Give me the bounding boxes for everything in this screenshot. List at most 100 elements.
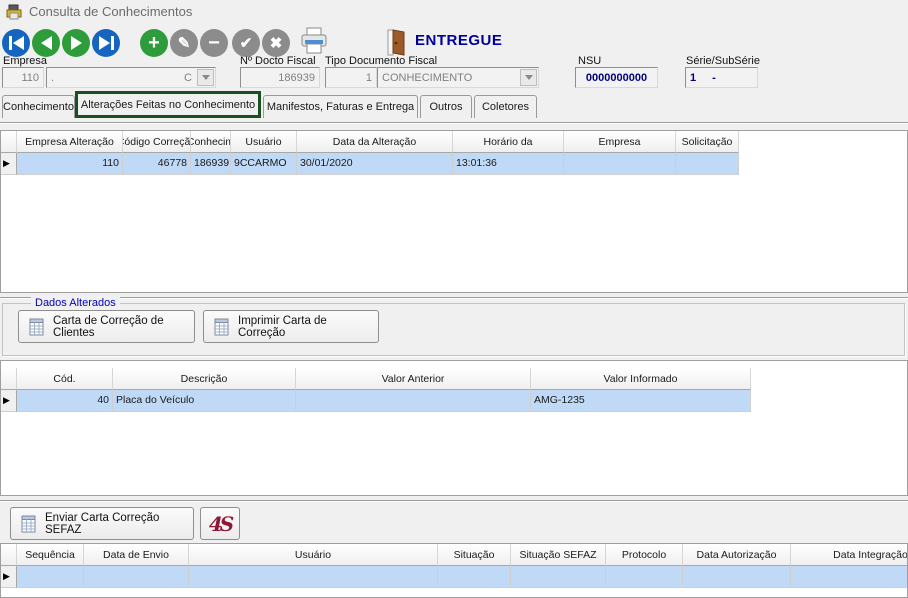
grid-cell[interactable]: 30/01/2020 — [297, 153, 453, 175]
chevron-down-icon — [201, 75, 210, 80]
nav-last-button[interactable] — [92, 29, 120, 57]
grid-cell[interactable]: 9CCARMO — [231, 153, 297, 175]
x-icon: ✖ — [269, 34, 283, 52]
grid-cell[interactable]: 186939 — [191, 153, 231, 175]
carta-correcao-clientes-button[interactable]: Carta de Correção de Clientes — [18, 310, 195, 343]
column-header[interactable]: Empresa — [564, 131, 676, 153]
column-header[interactable]: Conhecim — [191, 131, 231, 153]
grid-row[interactable]: ▶ 40 Placa do Veículo AMG-1235 — [1, 390, 907, 412]
column-header[interactable]: Data Autorização — [683, 544, 791, 566]
grid-cell[interactable] — [606, 566, 683, 588]
current-row-indicator: ▶ — [1, 390, 17, 412]
column-header[interactable]: Código Correção — [123, 131, 191, 153]
nsu-field[interactable]: 0000000000 — [575, 67, 658, 88]
last-record-icon — [98, 36, 114, 50]
grid-cell[interactable] — [676, 153, 739, 175]
confirm-button[interactable]: ✔ — [232, 29, 260, 57]
row-selector-header — [1, 368, 17, 390]
column-header[interactable]: Descrição — [113, 368, 296, 390]
tipo-documento-combo[interactable]: CONHECIMENTO — [377, 67, 539, 88]
tab-outros[interactable]: Outros — [420, 95, 472, 118]
grid-row[interactable]: ▶ 110 46778 186939 9CCARMO 30/01/2020 13:01:36 — [1, 153, 907, 175]
nav-next-button[interactable] — [62, 29, 90, 57]
tab-coletores[interactable]: Coletores — [474, 95, 537, 118]
printer-icon — [301, 27, 327, 54]
grid-row[interactable]: ▶ — [1, 566, 907, 588]
column-header[interactable]: Data Integração — [791, 544, 907, 566]
chevron-down-icon — [524, 75, 533, 80]
grid-cell[interactable] — [791, 566, 907, 588]
insert-record-button[interactable]: + — [140, 29, 168, 57]
empresa-combo-text: . — [51, 71, 55, 84]
docto-fiscal-field[interactable]: 186939 — [240, 67, 320, 88]
pencil-icon: ✎ — [177, 34, 191, 52]
column-header[interactable]: Sequência — [17, 544, 84, 566]
tipo-documento-combo-text: CONHECIMENTO — [382, 71, 473, 84]
edit-record-button[interactable]: ✎ — [170, 29, 198, 57]
check-icon: ✔ — [239, 34, 253, 52]
consulta-conhecimentos-window: { "window": { "title": "Consulta de Conh… — [0, 0, 908, 598]
column-header[interactable]: Valor Anterior — [296, 368, 531, 390]
row-selector-header — [1, 131, 17, 153]
status-badge: ENTREGUE — [415, 32, 503, 49]
grid-cell[interactable]: 40 — [17, 390, 113, 412]
column-header[interactable]: Valor Informado — [531, 368, 751, 390]
grid-cell[interactable]: AMG-1235 — [531, 390, 751, 412]
grid-cell[interactable] — [683, 566, 791, 588]
column-header[interactable]: Cód. — [17, 368, 113, 390]
grid-cell[interactable] — [296, 390, 531, 412]
tab-alteracoes-feitas[interactable]: Alterações Feitas no Conhecimento — [75, 91, 261, 118]
grid-cell[interactable]: Placa do Veículo — [113, 390, 296, 412]
grid-envios-sefaz: Sequência Data de Envio Usuário Situação Sit… — [0, 543, 908, 598]
tipo-documento-code-field[interactable]: 1 — [325, 67, 377, 88]
column-header[interactable]: Usuário — [231, 131, 297, 153]
grid-cell[interactable] — [438, 566, 511, 588]
column-header[interactable]: Usuário — [189, 544, 438, 566]
enviar-carta-sefaz-label: Enviar Carta Correção SEFAZ — [45, 511, 160, 536]
column-header[interactable]: Situação — [438, 544, 511, 566]
grid-cell[interactable] — [189, 566, 438, 588]
delete-record-button[interactable]: − — [200, 29, 228, 57]
cancel-button[interactable]: ✖ — [262, 29, 290, 57]
partner-logo-icon: 4S — [208, 511, 234, 536]
column-header[interactable]: Data de Envio — [84, 544, 189, 566]
report-grid-icon — [214, 318, 231, 336]
tab-strip: Conhecimento Alterações Feitas no Conhec… — [0, 91, 908, 119]
nav-prior-button[interactable] — [32, 29, 60, 57]
grid-cell[interactable]: 13:01:36 — [453, 153, 564, 175]
grid-cell[interactable] — [84, 566, 189, 588]
tab-conhecimento[interactable]: Conhecimento — [2, 95, 75, 118]
grid-cell[interactable]: 110 — [17, 153, 123, 175]
empresa-code-field[interactable]: 110 — [2, 67, 44, 88]
imprimir-carta-correcao-button[interactable]: Imprimir Carta de Correção — [203, 310, 379, 343]
carta-correcao-clientes-label: Carta de Correção de Clientes — [53, 314, 164, 339]
column-header[interactable]: Situação SEFAZ — [511, 544, 606, 566]
column-header[interactable]: Protocolo — [606, 544, 683, 566]
report-grid-icon — [21, 515, 38, 533]
column-header[interactable]: Solicitação — [676, 131, 739, 153]
grid-cell[interactable]: 46778 — [123, 153, 191, 175]
partner-logo-button[interactable]: 4S — [200, 507, 240, 540]
serie-subserie-label: Série/SubSérie — [686, 55, 760, 67]
grid-cell[interactable] — [511, 566, 606, 588]
next-record-icon — [70, 36, 82, 50]
app-icon — [6, 4, 22, 20]
print-button[interactable] — [300, 27, 328, 57]
imprimir-carta-correcao-label: Imprimir Carta de Correção — [238, 314, 327, 339]
row-pointer-icon: ▶ — [3, 158, 10, 168]
enviar-carta-sefaz-button[interactable]: Enviar Carta Correção SEFAZ — [10, 507, 194, 540]
grid-cell[interactable] — [564, 153, 676, 175]
column-header[interactable]: Data da Alteração — [297, 131, 453, 153]
nav-first-button[interactable] — [2, 29, 30, 57]
empresa-combo[interactable]: .C — [46, 67, 216, 88]
serie-subserie-field[interactable]: 1 - — [685, 67, 758, 88]
prior-record-icon — [40, 36, 52, 50]
column-header[interactable]: Horário da — [453, 131, 564, 153]
tab-manifestos-faturas[interactable]: Manifestos, Faturas e Entrega — [263, 95, 418, 118]
plus-icon: + — [148, 32, 160, 54]
grid-cell[interactable] — [17, 566, 84, 588]
column-header[interactable]: Empresa Alteração — [17, 131, 123, 153]
empresa-dropdown-button[interactable] — [197, 69, 214, 86]
tipo-documento-dropdown-button[interactable] — [520, 69, 537, 86]
section-separator-line — [0, 500, 908, 502]
